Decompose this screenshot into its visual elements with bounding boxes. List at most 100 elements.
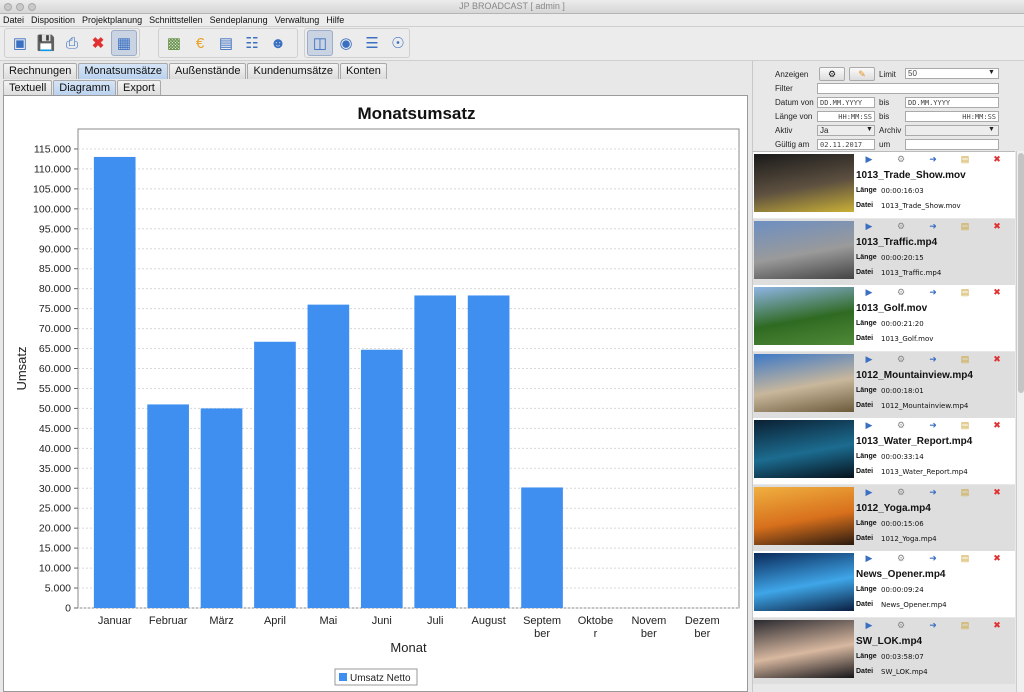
scrollbar-thumb[interactable] [1018,153,1024,393]
clipboard-icon[interactable]: ▤ [959,552,971,564]
clipboard-icon[interactable]: ▤ [959,619,971,631]
tab-konten[interactable]: Konten [339,63,387,79]
tab-textuell[interactable]: Textuell [3,80,53,96]
new-document-icon[interactable]: ▣ [7,30,33,56]
play-icon[interactable]: ▶ [863,619,875,631]
limit-chevron-down-icon[interactable]: ▼ [988,69,995,76]
clipboard-icon[interactable]: ▤ [959,419,971,431]
limit-select[interactable]: 50 [905,68,999,79]
tab-rechnungen[interactable]: Rechnungen [3,63,78,79]
clipboard-icon[interactable]: ▤ [959,286,971,298]
play-icon[interactable]: ▶ [863,153,875,165]
info-icon[interactable]: ⚙ [895,552,907,564]
media-item[interactable]: ▶ ⚙ ➜ ▤ ✖ 1013_Trade_Show.mov Länge 00:00:16:03… [753,152,1015,218]
filter-input[interactable] [817,83,999,94]
globe-icon[interactable]: ◉ [333,30,359,56]
info-icon[interactable]: ⚙ [895,486,907,498]
save-icon[interactable]: 💾 [33,30,59,56]
users-icon[interactable]: ☻ [265,30,291,56]
um-input[interactable] [905,139,999,150]
forward-icon[interactable]: ➜ [927,419,939,431]
archiv-chevron-down-icon[interactable]: ▼ [988,126,995,133]
forward-icon[interactable]: ➜ [927,353,939,365]
filter-toggle-icon[interactable]: ⚙ [819,67,845,81]
gueltig-input[interactable]: 02.11.2017 [817,139,875,150]
aktiv-chevron-down-icon[interactable]: ▼ [866,126,873,133]
tab-diagramm[interactable]: Diagramm [53,80,117,96]
datum-bis-input[interactable]: DD.MM.YYYY [905,97,999,108]
media-item[interactable]: ▶ ⚙ ➜ ▤ ✖ 1013_Water_Report.mp4 Länge 00:00:33:… [753,418,1015,484]
clipboard-icon[interactable]: ▤ [959,220,971,232]
delete-icon[interactable]: ✖ [991,552,1003,564]
euro-icon[interactable]: € [187,30,213,56]
info-icon[interactable]: ⚙ [895,220,907,232]
media-item[interactable]: ▶ ⚙ ➜ ▤ ✖ SW_LOK.mp4 Länge 00:03:58:07 Datei SW_L… [753,617,1015,684]
delete-icon[interactable]: ✖ [991,486,1003,498]
compass-icon[interactable]: ☉ [385,30,411,56]
tv-icon[interactable]: ▩ [161,30,187,56]
media-item[interactable]: ▶ ⚙ ➜ ▤ ✖ 1012_Yoga.mp4 Länge 00:00:15:06 Datei 1… [753,484,1015,551]
play-icon[interactable]: ▶ [863,552,875,564]
forward-icon[interactable]: ➜ [927,552,939,564]
clipboard-icon[interactable]: ▤ [959,486,971,498]
calculator-icon[interactable]: ▦ [111,30,137,56]
menu-schnittstellen[interactable]: Schnittstellen [149,14,203,26]
media-thumbnail[interactable] [754,420,854,478]
clipboard-icon[interactable]: ▤ [959,153,971,165]
play-icon[interactable]: ▶ [863,419,875,431]
menu-sendeplanung[interactable]: Sendeplanung [210,14,268,26]
tab-export[interactable]: Export [117,80,161,96]
media-thumbnail[interactable] [754,353,854,412]
delete-icon[interactable]: ✖ [85,30,111,56]
calendar-icon[interactable]: ☷ [239,30,265,56]
forward-icon[interactable]: ➜ [927,220,939,232]
media-thumbnail[interactable] [754,619,854,678]
menu-verwaltung[interactable]: Verwaltung [275,14,320,26]
media-thumbnail[interactable] [754,220,854,279]
forward-icon[interactable]: ➜ [927,153,939,165]
delete-icon[interactable]: ✖ [991,619,1003,631]
media-thumbnail[interactable] [754,287,854,345]
media-scrollbar[interactable] [1016,151,1024,692]
tab-monatsumsaetze[interactable]: Monatsumsätze [78,63,169,79]
delete-icon[interactable]: ✖ [991,286,1003,298]
info-icon[interactable]: ⚙ [895,619,907,631]
media-thumbnail[interactable] [754,154,854,212]
forward-icon[interactable]: ➜ [927,486,939,498]
media-item[interactable]: ▶ ⚙ ➜ ▤ ✖ 1013_Golf.mov Länge 00:00:21:20 Datei 1… [753,285,1015,351]
media-item[interactable]: ▶ ⚙ ➜ ▤ ✖ News_Opener.mp4 Länge 00:00:09:24 Date… [753,551,1015,617]
forward-icon[interactable]: ➜ [927,286,939,298]
menu-disposition[interactable]: Disposition [31,14,75,26]
media-item[interactable]: ▶ ⚙ ➜ ▤ ✖ 1012_Mountainview.mp4 Länge 00:00:18:… [753,351,1015,418]
film-icon[interactable]: ◫ [307,30,333,56]
forward-icon[interactable]: ➜ [927,619,939,631]
menu-hilfe[interactable]: Hilfe [326,14,344,26]
clipboard-icon[interactable]: ▤ [959,353,971,365]
list-icon[interactable]: ☰ [359,30,385,56]
play-icon[interactable]: ▶ [863,286,875,298]
media-thumbnail[interactable] [754,486,854,545]
info-icon[interactable]: ⚙ [895,153,907,165]
media-thumbnail[interactable] [754,553,854,611]
delete-icon[interactable]: ✖ [991,153,1003,165]
info-icon[interactable]: ⚙ [895,286,907,298]
delete-icon[interactable]: ✖ [991,353,1003,365]
info-icon[interactable]: ⚙ [895,353,907,365]
play-icon[interactable]: ▶ [863,486,875,498]
laenge-von-input[interactable]: HH:MM:SS [817,111,875,122]
play-icon[interactable]: ▶ [863,220,875,232]
tab-kundenumsaetze[interactable]: Kundenumsätze [247,63,339,79]
menu-datei[interactable]: Datei [3,14,24,26]
delete-icon[interactable]: ✖ [991,220,1003,232]
play-icon[interactable]: ▶ [863,353,875,365]
menu-projektplanung[interactable]: Projektplanung [82,14,142,26]
laenge-bis-input[interactable]: HH:MM:SS [905,111,999,122]
datum-von-input[interactable]: DD.MM.YYYY [817,97,875,108]
delete-icon[interactable]: ✖ [991,419,1003,431]
media-item[interactable]: ▶ ⚙ ➜ ▤ ✖ 1013_Traffic.mp4 Länge 00:00:20:15 Dat… [753,218,1015,285]
chart-icon[interactable]: ▤ [213,30,239,56]
archiv-select[interactable] [905,125,999,136]
info-icon[interactable]: ⚙ [895,419,907,431]
edit-icon[interactable]: ✎ [849,67,875,81]
tab-aussenstaende[interactable]: Außenstände [169,63,247,79]
